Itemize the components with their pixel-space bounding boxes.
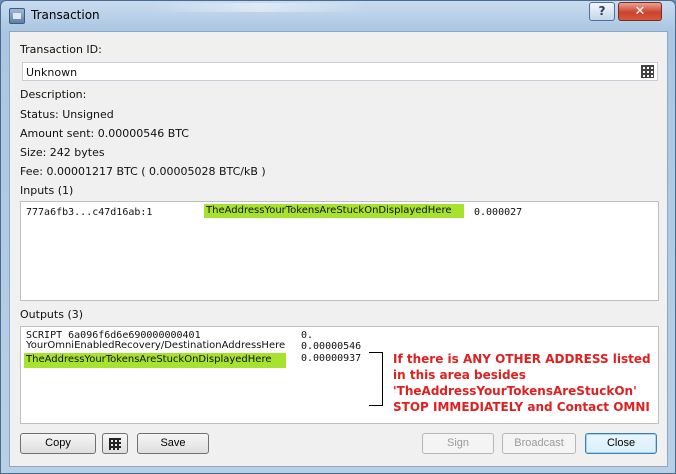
warning-bracket-tick-bottom xyxy=(369,405,375,406)
inputs-list[interactable]: 777a6fb3...c47d16ab:1 TheAddressYourToke… xyxy=(20,201,659,301)
save-button[interactable]: Save xyxy=(137,433,209,454)
sign-button[interactable]: Sign xyxy=(422,433,494,454)
qr-code-icon[interactable] xyxy=(641,65,654,78)
warning-bracket-tick-top xyxy=(369,352,375,353)
copy-button[interactable]: Copy xyxy=(20,433,96,454)
inputs-label: Inputs (1) xyxy=(20,184,74,197)
fee-text: Fee: 0.00001217 BTC ( 0.00005028 BTC/kB … xyxy=(20,165,266,178)
broadcast-button[interactable]: Broadcast xyxy=(502,433,576,454)
warning-line-1: If there is ANY OTHER ADDRESS listed xyxy=(393,352,651,366)
output-amount-stuck: 0.00000937 xyxy=(301,353,362,364)
blurred-title-region xyxy=(151,3,366,12)
output-address-destination: YourOmniEnabledRecovery/DestinationAddre… xyxy=(26,340,286,351)
qr-code-button[interactable] xyxy=(102,433,128,454)
output-amount-destination: 0.00000546 xyxy=(301,341,362,352)
close-button[interactable]: Close xyxy=(585,433,657,454)
input-txref: 777a6fb3...c47d16ab:1 xyxy=(26,207,153,218)
amount-sent-text: Amount sent: 0.00000546 BTC xyxy=(20,127,189,140)
size-text: Size: 242 bytes xyxy=(20,146,105,159)
description-label: Description: xyxy=(20,88,87,101)
warning-line-3: 'TheAddressYourTokensAreStuckOn' xyxy=(393,384,637,398)
output-address-highlight: TheAddressYourTokensAreStuckOnDisplayedH… xyxy=(24,353,286,368)
input-address-highlight: TheAddressYourTokensAreStuckOnDisplayedH… xyxy=(204,204,464,218)
output-amount-script: 0. xyxy=(301,330,314,341)
status-text: Status: Unsigned xyxy=(20,108,114,121)
txid-value: Unknown xyxy=(26,66,78,79)
transaction-dialog: Transaction ? ✕ Transaction ID: Unknown … xyxy=(0,0,676,474)
txid-label: Transaction ID: xyxy=(20,43,102,56)
txid-field[interactable]: Unknown xyxy=(22,62,658,81)
help-button[interactable]: ? xyxy=(589,2,615,21)
warning-line-4: STOP IMMEDIATELY and Contact OMNI xyxy=(393,400,650,414)
input-amount: 0.000027 xyxy=(474,207,523,218)
window-close-button[interactable]: ✕ xyxy=(618,2,662,21)
window-title: Transaction xyxy=(31,8,100,22)
title-bar[interactable]: Transaction ? ✕ xyxy=(1,1,675,31)
outputs-label: Outputs (3) xyxy=(20,308,84,321)
warning-bracket xyxy=(373,352,383,406)
warning-line-2: in this area besides xyxy=(393,368,526,382)
app-window-icon xyxy=(9,8,25,24)
omni-warning-annotation: If there is ANY OTHER ADDRESS listed in … xyxy=(393,351,651,415)
qr-code-icon xyxy=(109,438,121,450)
